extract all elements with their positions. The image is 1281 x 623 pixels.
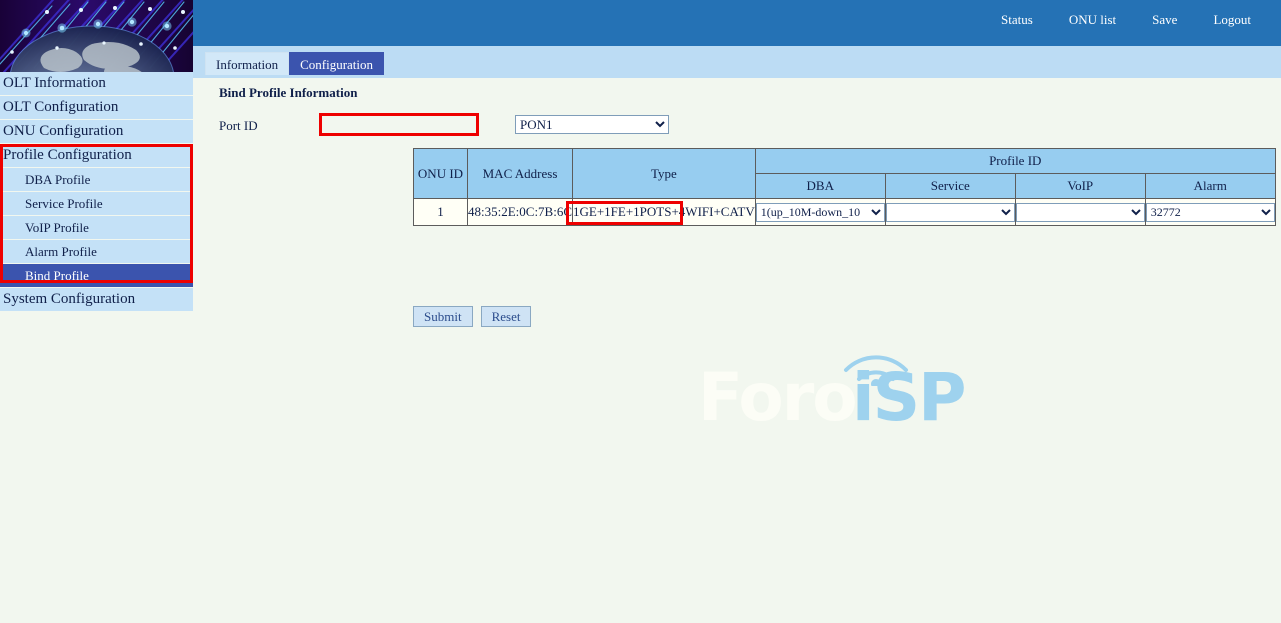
cell-type: 1GE+1FE+1POTS+4WIFI+CATV [573,199,756,226]
main-content: Bind Profile Information Port ID PON1 ON… [193,78,1281,623]
dba-profile-select[interactable]: 1(up_10M-down_10 [756,203,885,222]
port-id-select[interactable]: PON1 [515,115,669,134]
tab-configuration[interactable]: Configuration [289,52,384,75]
page-root: Status ONU list Save Logout Information … [0,0,1281,623]
cell-voip [1015,199,1145,226]
column-header-mac-address: MAC Address [468,149,573,199]
column-header-profile-id: Profile ID [755,149,1275,174]
sidebar-item-voip-profile[interactable]: VoIP Profile [0,216,193,239]
sidebar-menu: OLT Information OLT Configuration ONU Co… [0,72,193,312]
sidebar-item-olt-information[interactable]: OLT Information [0,72,193,95]
cell-service [885,199,1015,226]
page-title: Bind Profile Information [219,85,357,101]
top-navigation: Status ONU list Save Logout [1001,12,1251,28]
watermark-text-foro: Foro [698,365,856,431]
reset-button[interactable]: Reset [481,306,532,327]
sidebar-item-bind-profile[interactable]: Bind Profile [0,264,193,287]
voip-profile-select[interactable] [1016,203,1145,222]
nav-link-logout[interactable]: Logout [1213,12,1251,28]
top-header-bar: Status ONU list Save Logout [193,0,1281,46]
form-button-row: Submit Reset [413,306,531,327]
column-header-dba: DBA [755,174,885,199]
table-head: ONU ID MAC Address Type Profile ID DBA S… [414,149,1276,199]
cell-alarm: 32772 [1145,199,1275,226]
tab-list: Information Configuration [205,52,384,75]
bind-profile-table: ONU ID MAC Address Type Profile ID DBA S… [413,148,1276,226]
tab-information[interactable]: Information [205,52,289,75]
submit-button[interactable]: Submit [413,306,473,327]
port-id-label: Port ID [219,118,258,134]
sidebar-item-onu-configuration[interactable]: ONU Configuration [0,120,193,143]
watermark-text-isp: iSP [852,365,965,431]
cell-dba: 1(up_10M-down_10 [755,199,885,226]
nav-link-status[interactable]: Status [1001,12,1033,28]
column-header-voip: VoIP [1015,174,1145,199]
column-header-type: Type [573,149,756,199]
sidebar-item-system-configuration[interactable]: System Configuration [0,288,193,311]
sidebar-item-service-profile[interactable]: Service Profile [0,192,193,215]
cell-mac-address: 48:35:2E:0C:7B:6C [468,199,573,226]
wifi-signal-icon [840,340,912,386]
sidebar-item-alarm-profile[interactable]: Alarm Profile [0,240,193,263]
column-header-service: Service [885,174,1015,199]
table-body: 1 48:35:2E:0C:7B:6C 1GE+1FE+1POTS+4WIFI+… [414,199,1276,226]
sidebar-item-olt-configuration[interactable]: OLT Configuration [0,96,193,119]
banner-image [0,0,193,72]
watermark-logo: Foro iSP [698,340,973,440]
service-profile-select[interactable] [886,203,1015,222]
column-header-alarm: Alarm [1145,174,1275,199]
table-header-row-1: ONU ID MAC Address Type Profile ID [414,149,1276,174]
table-row: 1 48:35:2E:0C:7B:6C 1GE+1FE+1POTS+4WIFI+… [414,199,1276,226]
nav-link-onu-list[interactable]: ONU list [1069,12,1116,28]
alarm-profile-select[interactable]: 32772 [1146,203,1275,222]
sidebar-item-dba-profile[interactable]: DBA Profile [0,168,193,191]
nav-link-save[interactable]: Save [1152,12,1177,28]
cell-onu-id: 1 [414,199,468,226]
column-header-onu-id: ONU ID [414,149,468,199]
tab-strip: Information Configuration [193,46,1281,78]
sidebar-item-profile-configuration[interactable]: Profile Configuration [0,144,193,167]
